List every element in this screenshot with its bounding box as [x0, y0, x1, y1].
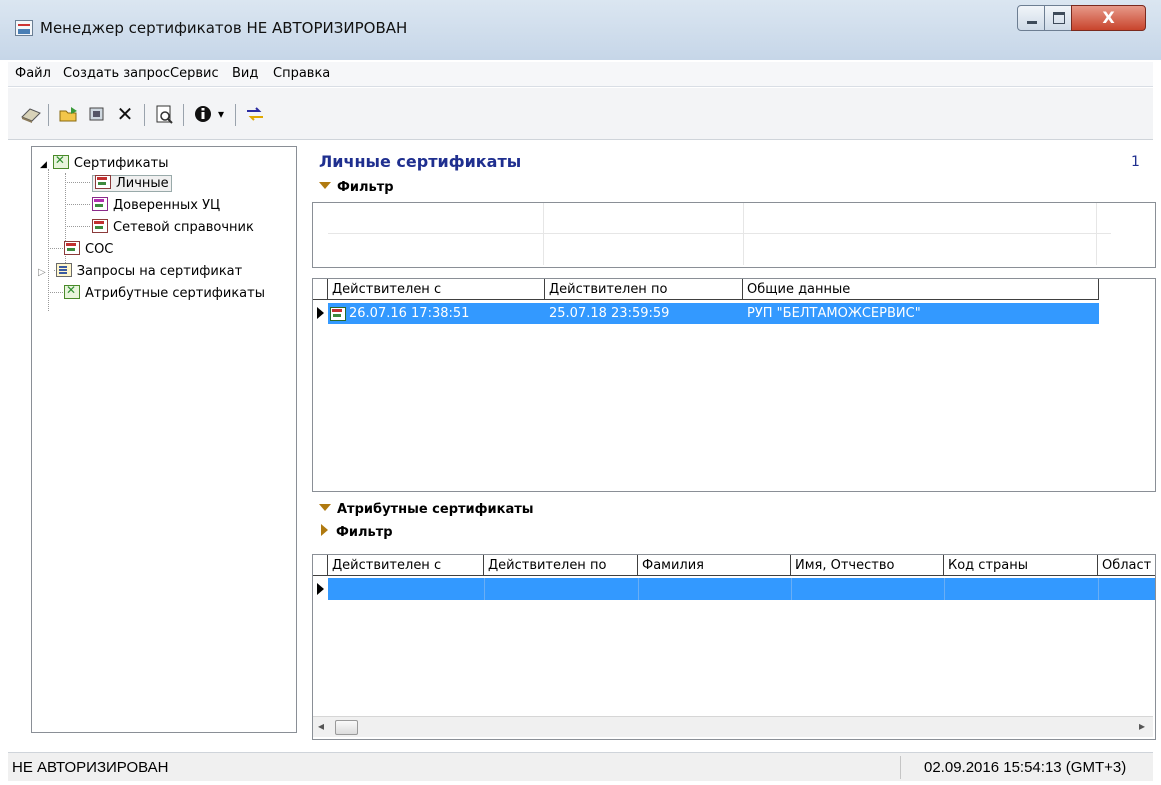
tree-item-requests[interactable]: ▷ Запросы на сертификат	[38, 263, 242, 279]
main-panel: Личные сертификаты 1 Фильтр Действителен…	[311, 146, 1156, 740]
open-folder-icon[interactable]	[56, 103, 82, 125]
filter-area	[312, 202, 1156, 268]
column-header-subject[interactable]: Общие данные	[743, 279, 1099, 300]
cell-valid-from: 26.07.16 17:38:51	[349, 306, 470, 321]
toolbar: ✕ ▾	[8, 88, 1153, 140]
column-header-valid-from[interactable]: Действителен с	[328, 279, 545, 300]
tree-item-personal[interactable]: Личные	[92, 175, 172, 192]
certificate-count: 1	[1131, 154, 1140, 170]
preview-icon[interactable]	[152, 103, 178, 125]
window-title: Менеджер сертификатов НЕ АВТОРИЗИРОВАН	[40, 19, 408, 37]
menu-view[interactable]: Вид	[232, 66, 258, 81]
scroll-left-icon[interactable]: ◂	[318, 719, 324, 733]
attribute-certificates-table: Действителен с Действителен по Фамилия И…	[312, 554, 1156, 740]
menu-bar: Файл Создать запрос Сервис Вид Справка	[8, 62, 1153, 87]
row-pointer-icon	[317, 583, 324, 595]
menu-create-request[interactable]: Создать запрос	[63, 66, 170, 81]
menu-service[interactable]: Сервис	[170, 66, 219, 81]
attribute-section-toggle[interactable]: Атрибутные сертификаты	[319, 502, 534, 517]
delete-icon[interactable]: ✕	[112, 102, 138, 126]
table-row[interactable]	[328, 578, 1155, 600]
refresh-swap-icon[interactable]	[242, 103, 268, 125]
menu-file[interactable]: Файл	[15, 66, 51, 81]
close-icon: X	[1102, 8, 1115, 27]
row-pointer-icon	[317, 307, 324, 319]
column-header-country-code[interactable]: Код страны	[944, 555, 1098, 576]
close-button[interactable]: X	[1071, 5, 1146, 31]
minimize-button[interactable]	[1017, 5, 1045, 31]
collapse-arrow-icon	[319, 182, 331, 189]
certificate-tree: ◢Сертификаты Личные Доверенных УЦ Сетево…	[31, 146, 297, 733]
dropdown-arrow-icon[interactable]: ▾	[214, 103, 228, 125]
certificate-icon	[330, 307, 346, 321]
tree-item-certificates[interactable]: ◢Сертификаты	[40, 153, 169, 171]
certificates-folder-icon	[52, 153, 69, 169]
tree-item-crl[interactable]: СОС	[64, 241, 113, 257]
attribute-folder-icon	[64, 283, 80, 299]
column-header-region[interactable]: Област	[1098, 555, 1155, 576]
certificate-icon	[92, 219, 108, 233]
import-export-icon[interactable]	[84, 103, 110, 125]
collapse-arrow-icon	[319, 504, 331, 511]
column-header-valid-to[interactable]: Действителен по	[484, 555, 638, 576]
auth-status: НЕ АВТОРИЗИРОВАН	[12, 759, 169, 776]
tree-item-trusted-ca[interactable]: Доверенных УЦ	[92, 197, 220, 213]
horizontal-scrollbar[interactable]: ◂ ▸	[313, 716, 1153, 737]
column-header-name[interactable]: Имя, Отчество	[791, 555, 944, 576]
certificate-icon	[95, 175, 111, 189]
cell-valid-to: 25.07.18 23:59:59	[549, 306, 670, 321]
status-bar: НЕ АВТОРИЗИРОВАН 02.09.2016 15:54:13 (GM…	[8, 752, 1153, 781]
personal-certificates-table: Действителен с Действителен по Общие дан…	[312, 278, 1156, 492]
page-title: Личные сертификаты	[319, 152, 522, 171]
tree-item-attribute-certificates[interactable]: Атрибутные сертификаты	[64, 283, 265, 301]
tree-item-network-directory[interactable]: Сетевой справочник	[92, 219, 254, 235]
menu-help[interactable]: Справка	[273, 66, 330, 81]
status-datetime: 02.09.2016 15:54:13 (GMT+3)	[924, 759, 1127, 776]
collapse-icon[interactable]: ▷	[38, 267, 46, 278]
request-icon	[55, 263, 72, 277]
column-header-surname[interactable]: Фамилия	[638, 555, 791, 576]
scrollbar-thumb[interactable]	[335, 720, 358, 735]
maximize-button[interactable]	[1044, 5, 1072, 31]
title-bar: Менеджер сертификатов НЕ АВТОРИЗИРОВАН X	[0, 0, 1161, 60]
cell-subject: РУП "БЕЛТАМОЖСЕРВИС"	[747, 306, 921, 321]
expand-arrow-icon	[321, 524, 328, 536]
app-icon	[15, 20, 33, 36]
info-icon[interactable]	[190, 103, 216, 125]
certificate-icon	[92, 197, 108, 211]
crl-icon	[64, 241, 80, 255]
scroll-right-icon[interactable]: ▸	[1139, 719, 1145, 733]
column-header-valid-to[interactable]: Действителен по	[545, 279, 743, 300]
expand-icon[interactable]: ◢	[40, 160, 47, 170]
filter-toggle[interactable]: Фильтр	[319, 180, 394, 195]
attribute-filter-toggle[interactable]: Фильтр	[321, 524, 393, 540]
column-header-valid-from[interactable]: Действителен с	[328, 555, 484, 576]
book-icon[interactable]	[18, 103, 44, 125]
